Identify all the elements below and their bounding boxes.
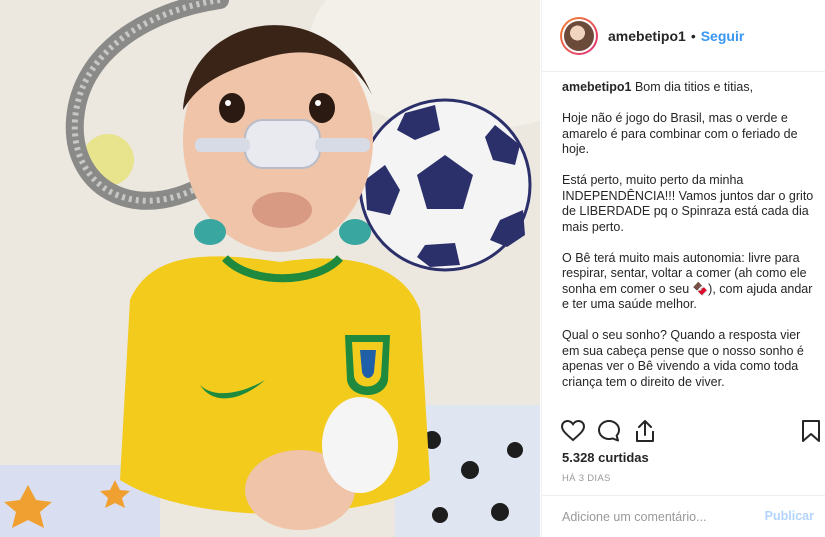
share-icon[interactable] [632,418,658,444]
soccer-ball [358,98,532,272]
caption-paragraph: Está perto, muito perto da minha INDEPEN… [562,173,814,234]
post-panel: amebetipo1 • Seguir amebetipo1 Bom dia t… [541,0,825,537]
likes-count[interactable]: 5.328 curtidas [562,450,649,465]
photo-illustration [0,0,540,537]
follow-button[interactable]: Seguir [701,28,745,44]
action-bar [560,418,825,446]
username-link[interactable]: amebetipo1 [608,28,686,44]
caption-paragraph: Qual o seu sonho? Quando a resposta vier… [562,328,804,389]
caption-username[interactable]: amebetipo1 [562,80,631,94]
caption-first-line: amebetipo1 Bom dia titios e titias, [562,80,818,96]
caption-paragraph: Hoje não é jogo do Brasil, mas o verde e… [562,111,798,156]
caption-greeting: Bom dia titios e titias, [634,80,754,94]
comment-icon[interactable] [596,418,622,444]
comment-bar: Publicar [542,495,825,537]
bookmark-icon[interactable] [798,418,824,444]
post-photo[interactable] [0,0,540,537]
avatar-image [564,20,594,51]
heart-icon[interactable] [560,418,586,444]
caption-paragraph: O Bê terá muito mais autonomia: livre pa… [562,250,813,312]
publish-button[interactable]: Publicar [765,509,814,523]
post-caption: amebetipo1 Bom dia titios e titias, Hoje… [562,80,818,406]
separator-dot: • [690,27,696,44]
comment-input[interactable] [562,508,762,526]
avatar[interactable] [560,16,598,55]
post-timestamp: HÁ 3 DIAS [562,473,611,484]
post-header: amebetipo1 • Seguir [542,0,825,72]
